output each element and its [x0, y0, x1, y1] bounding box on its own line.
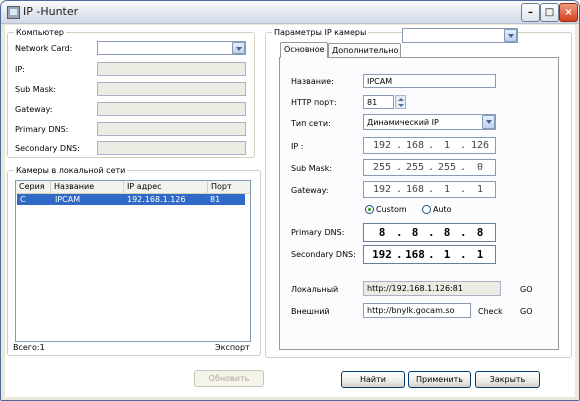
- tab-basic[interactable]: Основное: [280, 42, 328, 58]
- column-header-port[interactable]: Порт: [208, 181, 250, 193]
- column-header-ip[interactable]: IP адрес: [124, 181, 208, 193]
- secondary-dns-label: Secondary DNS:: [15, 144, 80, 153]
- network-card-select[interactable]: [97, 41, 246, 55]
- camera-total-count: Всего:1: [13, 343, 45, 352]
- camera-selector[interactable]: [402, 28, 518, 43]
- camera-name-label: Название:: [291, 77, 334, 86]
- dns-auto-radio[interactable]: [422, 205, 431, 214]
- find-button[interactable]: Найти: [341, 371, 405, 388]
- close-button[interactable]: Закрыть: [475, 371, 540, 388]
- dns-auto-label[interactable]: Auto: [433, 205, 452, 215]
- external-go-link[interactable]: GO: [520, 307, 533, 317]
- camera-submask-input[interactable]: 255 . 255 . 255 . 0: [363, 159, 496, 176]
- primary-dns-label: Primary DNS:: [15, 125, 69, 134]
- camera-list[interactable]: Серия Название IP адрес Порт C IPCAM 192…: [15, 180, 251, 342]
- computer-submask-field: [97, 82, 246, 96]
- export-link[interactable]: Экспорт: [215, 343, 250, 353]
- computer-ip-field: [97, 62, 246, 76]
- dns-custom-label[interactable]: Custom: [376, 205, 407, 215]
- row-port-cell: 81: [210, 195, 221, 204]
- camera-ip-input[interactable]: 192 . 168 . 1 . 126: [363, 137, 496, 154]
- row-ip-cell: 192.168.1.126: [127, 195, 186, 204]
- external-url-input[interactable]: http://bnylk.gocam.so: [363, 303, 471, 318]
- network-card-label: Network Card:: [15, 44, 73, 53]
- client-area: Компьютер Network Card: IP: Sub Mask: Ga…: [5, 25, 575, 397]
- http-port-label: HTTP порт:: [291, 98, 337, 107]
- camera-ip-label: IP :: [291, 142, 304, 151]
- computer-primary-dns-field: [97, 122, 246, 136]
- app-icon: [7, 6, 20, 19]
- chevron-down-icon[interactable]: [504, 29, 517, 42]
- dns-custom-radio[interactable]: [365, 205, 374, 214]
- close-window-button[interactable]: ×: [559, 3, 578, 22]
- minimize-icon: –: [528, 7, 533, 18]
- close-icon: ×: [564, 7, 573, 18]
- camera-secondary-dns-input[interactable]: 192 . 168 . 1 . 1: [363, 245, 496, 264]
- computer-group-title: Компьютер: [16, 28, 64, 37]
- camera-params-group-title: Параметры IP камеры: [274, 28, 367, 37]
- chevron-down-icon[interactable]: [232, 42, 245, 54]
- camera-list-header: Серия Название IP адрес Порт: [16, 181, 250, 194]
- network-type-label: Тип сети:: [291, 119, 331, 128]
- row-name-cell: IPCAM: [55, 195, 81, 204]
- camera-gateway-label: Gateway:: [291, 186, 329, 195]
- computer-secondary-dns-field: [97, 141, 246, 155]
- title-bar[interactable]: IP -Hunter – □ ×: [1, 1, 579, 24]
- row-series-cell: C: [20, 195, 26, 204]
- external-check-link[interactable]: Check: [478, 307, 503, 317]
- table-row[interactable]: C IPCAM 192.168.1.126 81: [17, 194, 245, 205]
- main-window: IP -Hunter – □ × Компьютер Network Card:…: [0, 0, 580, 401]
- camera-gateway-input[interactable]: 192 . 168 . 1 . 1: [363, 181, 496, 198]
- refresh-button[interactable]: Обновить: [194, 370, 264, 387]
- local-url-label: Локальный: [291, 285, 339, 294]
- minimize-button[interactable]: –: [521, 3, 540, 22]
- cameras-group-title: Камеры в локальной сети: [16, 166, 126, 175]
- column-header-series[interactable]: Серия: [16, 181, 51, 193]
- tab-advanced[interactable]: Дополнительно: [328, 43, 401, 57]
- maximize-icon: □: [544, 7, 555, 18]
- maximize-button[interactable]: □: [540, 3, 559, 22]
- local-url-field: http://192.168.1.126:81: [363, 281, 501, 296]
- http-port-input[interactable]: 81: [363, 95, 394, 109]
- computer-gateway-field: [97, 102, 246, 116]
- camera-secondary-dns-label: Secondary DNS:: [291, 250, 356, 259]
- submask-label: Sub Mask:: [15, 85, 57, 94]
- http-port-spinner[interactable]: [395, 95, 406, 109]
- camera-submask-label: Sub Mask:: [291, 164, 333, 173]
- external-url-label: Внешний: [291, 307, 330, 316]
- camera-primary-dns-input[interactable]: 8 . 8 . 8 . 8: [363, 223, 496, 242]
- network-type-select[interactable]: Динамический IP: [363, 114, 496, 130]
- ip-label: IP:: [15, 65, 25, 74]
- gateway-label: Gateway:: [15, 105, 53, 114]
- chevron-down-icon[interactable]: [482, 115, 495, 129]
- column-header-name[interactable]: Название: [51, 181, 124, 193]
- local-go-link[interactable]: GO: [520, 285, 533, 295]
- window-title: IP -Hunter: [23, 5, 79, 18]
- camera-primary-dns-label: Primary DNS:: [291, 228, 345, 237]
- apply-button[interactable]: Применить: [408, 371, 471, 388]
- camera-name-input[interactable]: IPCAM: [363, 74, 496, 88]
